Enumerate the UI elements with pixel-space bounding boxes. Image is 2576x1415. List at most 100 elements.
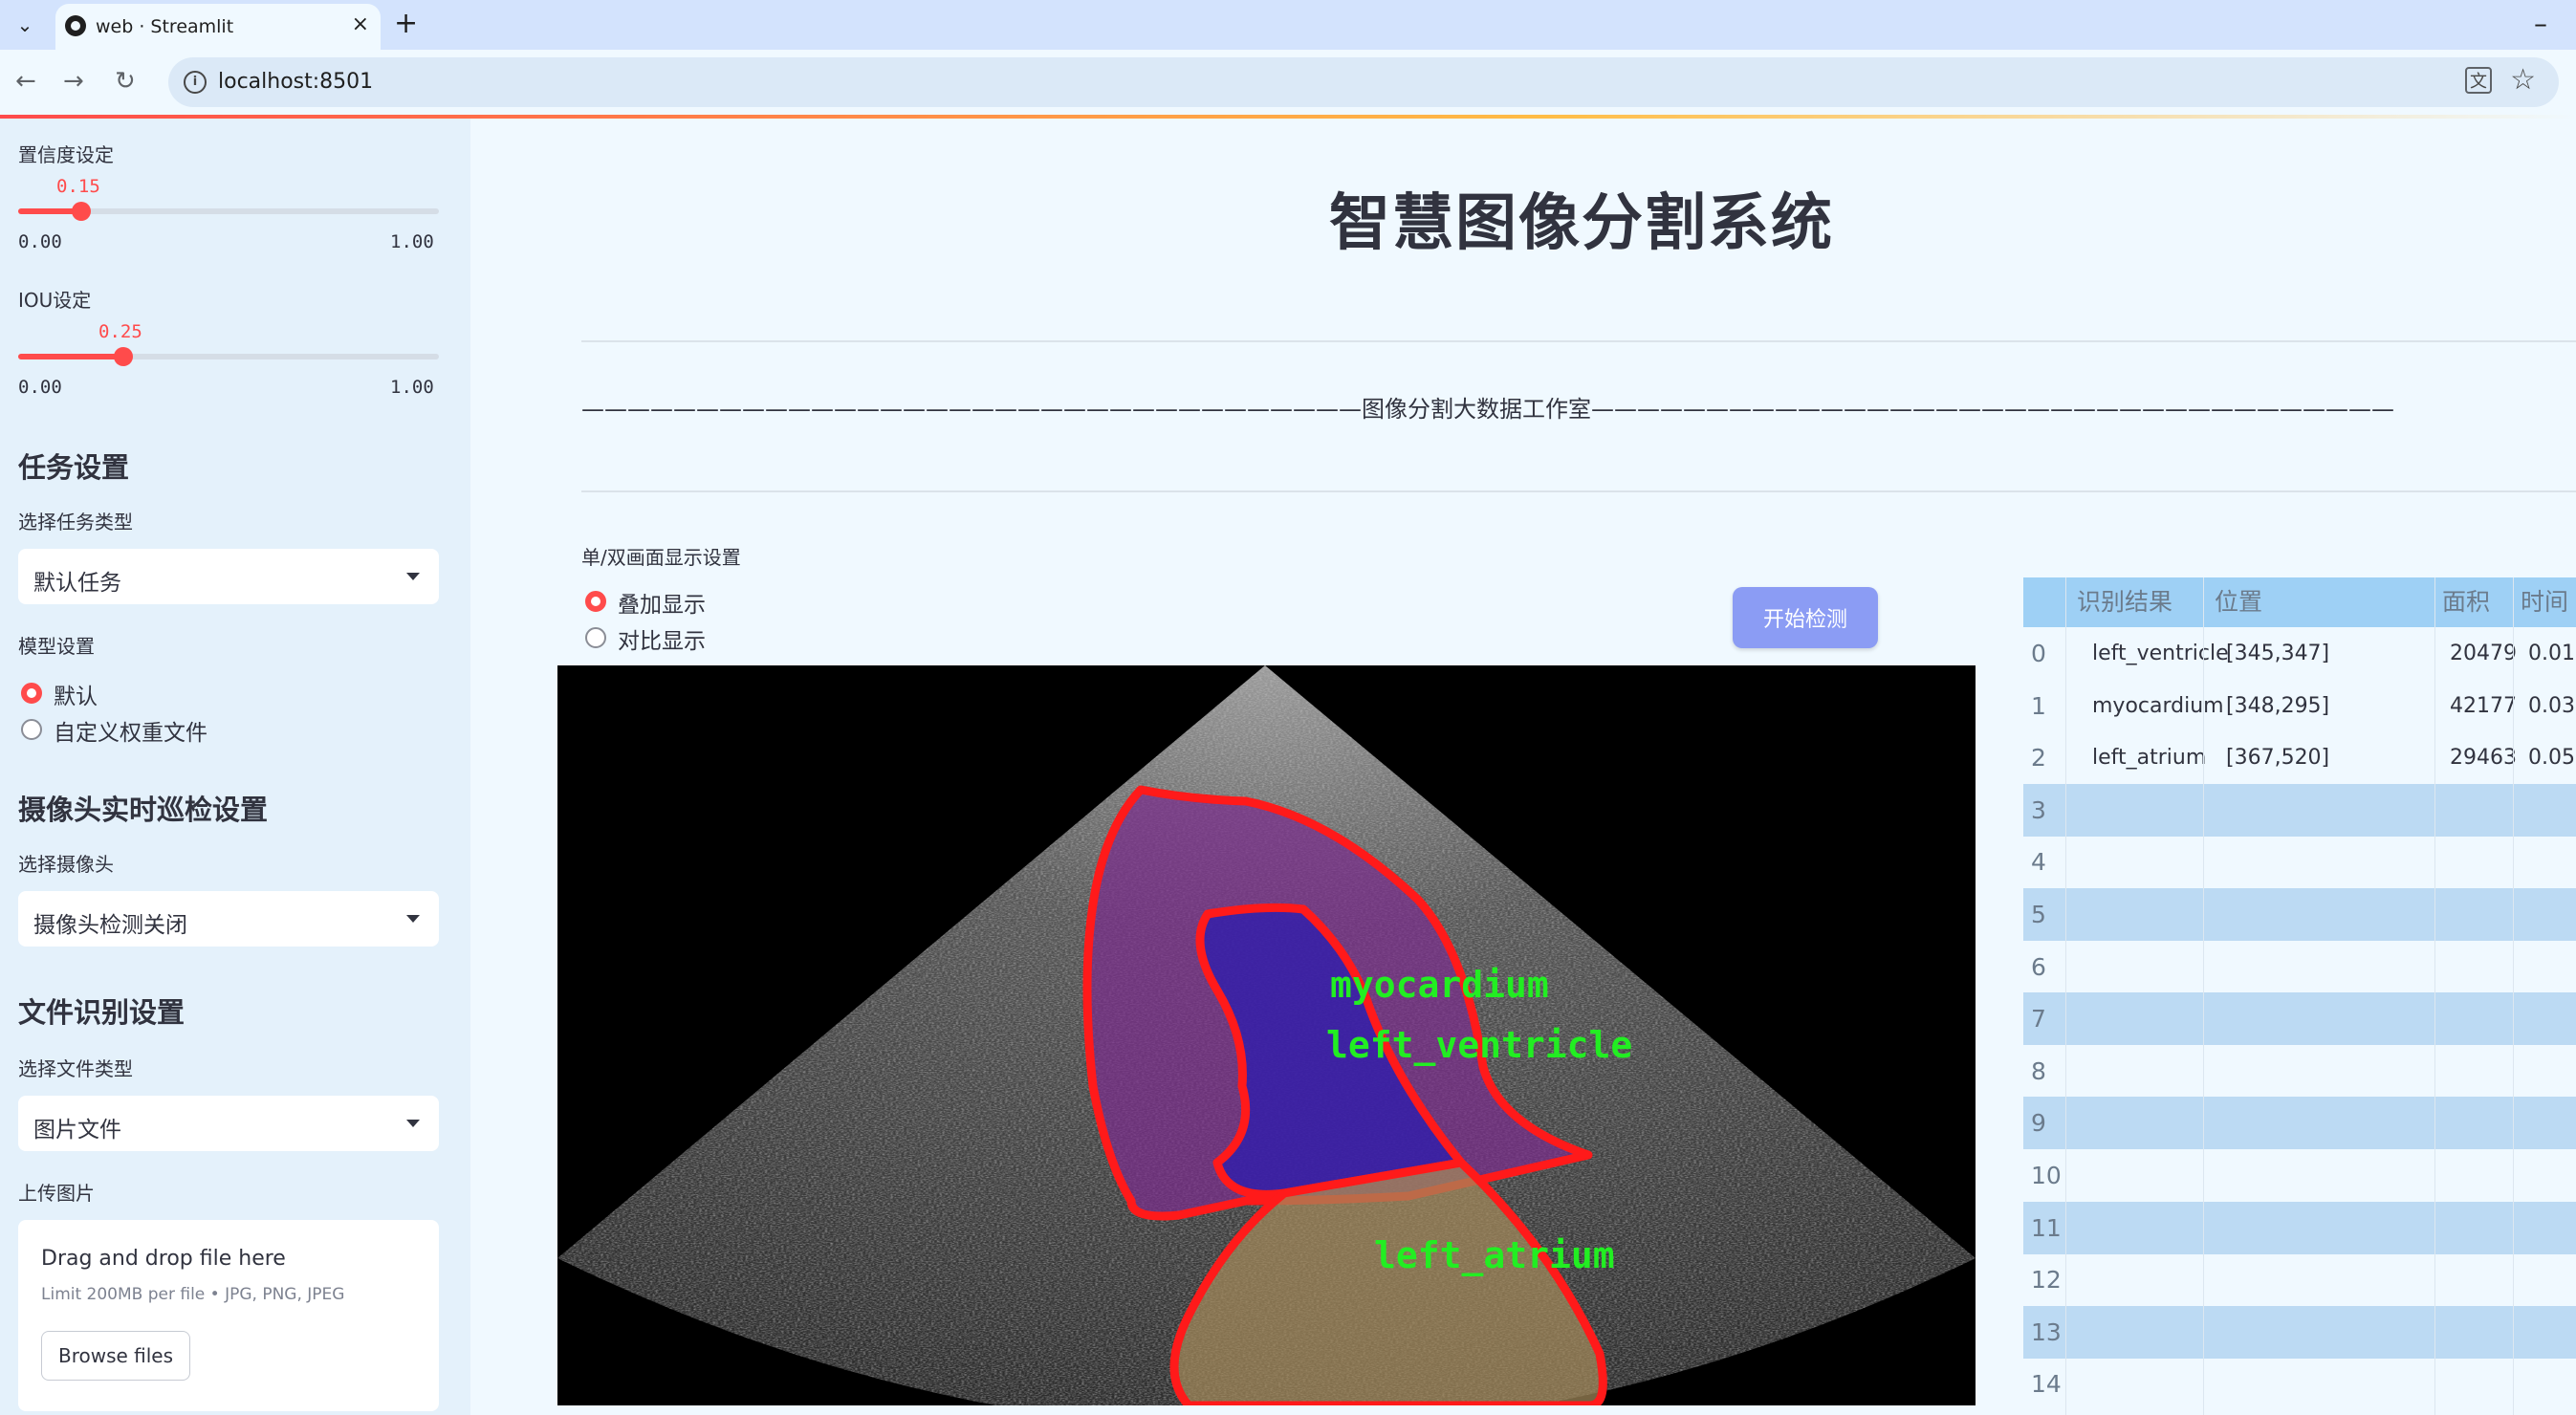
column-header[interactable]: 时间	[2521, 577, 2568, 630]
table-row[interactable]: 14	[2023, 1358, 2576, 1410]
reload-icon[interactable]: ↻	[115, 67, 136, 96]
forward-arrow-icon[interactable]: →	[63, 67, 84, 96]
model-default-radio[interactable]	[21, 683, 42, 704]
browser-tab[interactable]: web · Streamlit ×	[55, 4, 381, 50]
iou-label: IOU设定	[18, 289, 92, 312]
table-row[interactable]: 10	[2023, 1149, 2576, 1202]
browser-tabbar: ⌄ web · Streamlit × + –	[0, 0, 2576, 50]
close-tab-icon[interactable]: ×	[352, 12, 369, 36]
table-row[interactable]: 12	[2023, 1253, 2576, 1306]
overlay-display-radio[interactable]	[585, 591, 606, 612]
cell-position: [348,295]	[2226, 693, 2330, 718]
camera-select-value: 摄像头检测关闭	[33, 913, 187, 938]
column-divider	[2434, 577, 2435, 1415]
table-row[interactable]: 3	[2023, 783, 2576, 837]
translate-icon[interactable]: 文	[2465, 67, 2492, 94]
tab-title: web · Streamlit	[96, 16, 234, 37]
table-row[interactable]: 9	[2023, 1097, 2576, 1150]
address-bar[interactable]: i localhost:8501 文 ☆	[168, 57, 2559, 107]
new-tab-icon[interactable]: +	[394, 8, 418, 40]
bookmark-star-icon[interactable]: ☆	[2510, 63, 2536, 97]
row-index: 8	[2031, 1056, 2046, 1085]
divider	[581, 340, 2576, 342]
iou-slider-fill	[18, 354, 123, 359]
column-header[interactable]: 位置	[2215, 577, 2262, 630]
segmentation-image-viewer: myocardium left_ventricle left_atrium	[557, 665, 1976, 1405]
iou-slider[interactable]	[18, 347, 439, 366]
file-type-select[interactable]: 图片文件	[18, 1096, 439, 1151]
cell-position: [345,347]	[2226, 642, 2330, 665]
start-detection-button[interactable]: 开始检测	[1733, 587, 1878, 648]
model-default-label[interactable]: 默认	[54, 678, 98, 710]
cell-time: 0.03	[2528, 693, 2575, 718]
confidence-value: 0.15	[56, 176, 100, 197]
table-row[interactable]: 13	[2023, 1305, 2576, 1359]
compare-display-radio[interactable]	[585, 627, 606, 648]
overlay-display-label[interactable]: 叠加显示	[618, 586, 706, 619]
left-ventricle-overlay-label: left_ventricle	[1326, 1024, 1632, 1066]
streamlit-favicon-icon	[65, 15, 86, 36]
column-divider	[2065, 577, 2066, 1415]
row-index: 5	[2031, 901, 2046, 928]
file-settings-heading: 文件识别设置	[18, 996, 186, 1029]
file-type-value: 图片文件	[33, 1118, 121, 1143]
row-index: 6	[2031, 952, 2046, 981]
column-header[interactable]: 识别结果	[2077, 577, 2172, 630]
column-divider	[2203, 577, 2204, 1415]
table-row[interactable]: 2 left_atrium [367,520] 29463 0.05	[2023, 731, 2576, 784]
cell-time: 0.01	[2528, 642, 2575, 665]
row-index: 4	[2031, 848, 2046, 877]
upload-label: 上传图片	[18, 1182, 95, 1205]
cell-area: 20479	[2450, 642, 2517, 665]
table-row[interactable]: 0 left_ventricle [345,347] 20479 0.01	[2023, 627, 2576, 680]
chevron-down-icon	[406, 573, 420, 580]
echocardiogram-image: myocardium left_ventricle left_atrium	[557, 665, 1976, 1405]
iou-min: 0.00	[18, 377, 62, 398]
results-table[interactable]: 识别结果 位置 面积 时间 0 left_ventricle [345,347] 20479 0…	[2023, 577, 2576, 1415]
divider	[581, 490, 2576, 492]
page-title: 智慧图像分割系统	[1329, 188, 1834, 259]
iou-value: 0.25	[98, 321, 142, 342]
table-row[interactable]: 5	[2023, 888, 2576, 941]
table-row[interactable]: 1 myocardium [348,295] 42177 0.03	[2023, 680, 2576, 732]
studio-banner: ——————————————————————————————————图像分割大数…	[581, 396, 2394, 423]
cell-result: left_ventricle	[2092, 642, 2229, 665]
compare-display-label[interactable]: 对比显示	[618, 622, 706, 655]
cell-time: 0.05	[2528, 746, 2575, 771]
confidence-slider-thumb[interactable]	[72, 202, 91, 221]
dropzone-title: Drag and drop file here	[41, 1247, 286, 1271]
url-text[interactable]: localhost:8501	[218, 70, 373, 94]
task-type-value: 默认任务	[33, 571, 121, 596]
row-index: 13	[2031, 1317, 2062, 1346]
model-custom-radio[interactable]	[21, 719, 42, 740]
browse-files-button[interactable]: Browse files	[41, 1331, 190, 1381]
iou-slider-thumb[interactable]	[114, 347, 133, 366]
tab-search-chevron-icon[interactable]: ⌄	[8, 8, 42, 42]
back-arrow-icon[interactable]: ←	[15, 67, 36, 96]
column-header[interactable]: 面积	[2442, 577, 2490, 630]
file-dropzone[interactable]: Drag and drop file here Limit 200MB per …	[18, 1220, 439, 1411]
model-custom-label[interactable]: 自定义权重文件	[54, 714, 207, 747]
camera-select[interactable]: 摄像头检测关闭	[18, 891, 439, 947]
camera-settings-heading: 摄像头实时巡检设置	[18, 794, 269, 826]
table-row[interactable]: 11	[2023, 1201, 2576, 1254]
table-row[interactable]: 4	[2023, 836, 2576, 888]
table-row[interactable]: 6	[2023, 941, 2576, 993]
sidebar: 置信度设定 0.15 0.00 1.00 IOU设定 0.25 0.00 1.0…	[0, 119, 470, 1415]
row-index: 0	[2031, 640, 2046, 667]
table-row[interactable]: 7	[2023, 992, 2576, 1046]
display-mode-label: 单/双画面显示设置	[581, 546, 741, 569]
table-row[interactable]: 8	[2023, 1045, 2576, 1098]
site-info-icon[interactable]: i	[184, 71, 207, 94]
table-header: 识别结果 位置 面积 时间	[2023, 577, 2576, 627]
minimize-window-icon[interactable]: –	[2534, 8, 2547, 39]
camera-select-label: 选择摄像头	[18, 853, 114, 876]
chevron-down-icon	[406, 915, 420, 923]
myocardium-overlay-label: myocardium	[1330, 964, 1549, 1006]
confidence-slider[interactable]	[18, 202, 439, 221]
iou-max: 1.00	[390, 377, 434, 398]
row-index: 9	[2031, 1109, 2046, 1138]
task-type-select[interactable]: 默认任务	[18, 549, 439, 604]
left-atrium-overlay-label: left_atrium	[1374, 1234, 1615, 1276]
cell-area: 42177	[2450, 693, 2517, 718]
